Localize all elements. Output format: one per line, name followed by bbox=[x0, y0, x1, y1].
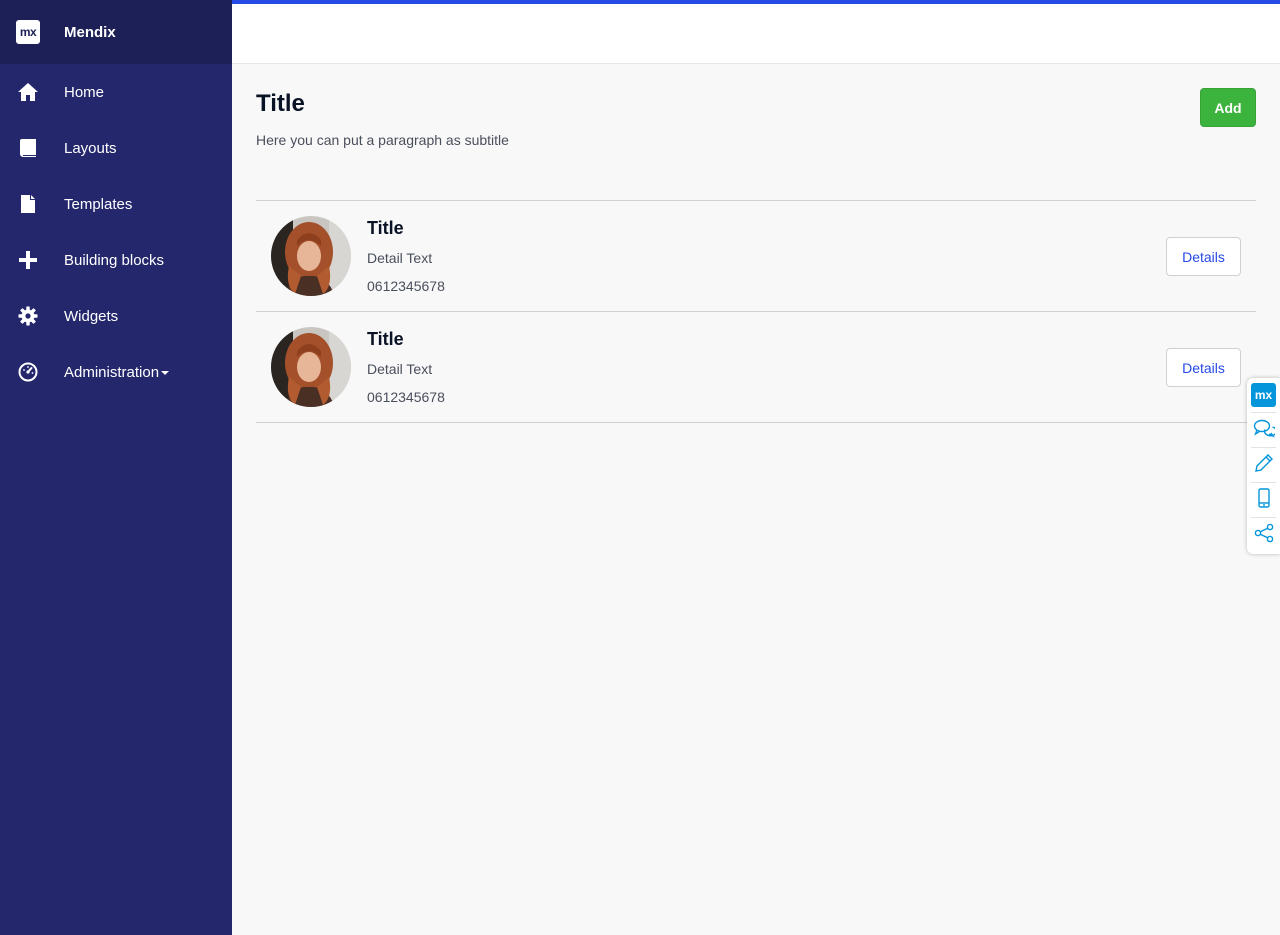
row-title: Title bbox=[367, 329, 404, 349]
sidebar-item-administration[interactable]: Administration bbox=[0, 344, 232, 400]
plus-icon bbox=[17, 249, 39, 271]
row-detail-text: Detail Text bbox=[367, 250, 433, 266]
page-title: Title bbox=[256, 90, 305, 117]
sidebar-item-label: Administration bbox=[64, 363, 170, 381]
home-icon bbox=[17, 81, 39, 103]
mendix-badge-icon: mx bbox=[1251, 383, 1276, 407]
sidebar-item-label: Widgets bbox=[64, 307, 119, 325]
file-icon bbox=[17, 193, 39, 215]
sidebar-item-label: Templates bbox=[64, 195, 133, 213]
page-subtitle: Here you can put a paragraph as subtitle bbox=[256, 132, 509, 148]
tool-feedback[interactable] bbox=[1251, 413, 1277, 448]
pencil-icon bbox=[1254, 453, 1274, 478]
dashboard-icon bbox=[17, 361, 39, 383]
tool-edit[interactable] bbox=[1251, 448, 1276, 483]
sidebar-item-label: Layouts bbox=[64, 139, 117, 157]
row-detail-text: Detail Text bbox=[367, 361, 433, 377]
list-item[interactable]: Title Detail Text 0612345678 Details bbox=[256, 201, 1256, 312]
caret-down-icon bbox=[161, 370, 170, 375]
list-item[interactable]: Title Detail Text 0612345678 Details bbox=[256, 312, 1256, 423]
sidebar-item-label: Home bbox=[64, 83, 105, 101]
gear-icon bbox=[17, 305, 39, 327]
sidebar-item-widgets[interactable]: Widgets bbox=[0, 288, 232, 344]
administration-label: Administration bbox=[64, 363, 160, 381]
avatar bbox=[271, 327, 351, 407]
add-button[interactable]: Add bbox=[1200, 88, 1256, 127]
sidebar-item-layouts[interactable]: Layouts bbox=[0, 120, 232, 176]
mendix-logo-icon: mx bbox=[16, 20, 40, 44]
sidebar: mx Mendix Home Layouts Templates Buildin… bbox=[0, 0, 232, 935]
sidebar-item-label: Building blocks bbox=[64, 251, 165, 269]
tool-share[interactable] bbox=[1251, 518, 1276, 553]
brand-name: Mendix bbox=[64, 23, 116, 41]
details-button[interactable]: Details bbox=[1166, 237, 1241, 276]
details-button[interactable]: Details bbox=[1166, 348, 1241, 387]
sidebar-item-home[interactable]: Home bbox=[0, 64, 232, 120]
sidebar-item-templates[interactable]: Templates bbox=[0, 176, 232, 232]
avatar bbox=[271, 216, 351, 296]
row-title: Title bbox=[367, 218, 404, 238]
tool-mendix[interactable]: mx bbox=[1251, 378, 1276, 413]
row-phone: 0612345678 bbox=[367, 389, 445, 405]
book-icon bbox=[17, 137, 39, 159]
chat-bubbles-icon bbox=[1253, 418, 1277, 443]
sidebar-item-building-blocks[interactable]: Building blocks bbox=[0, 232, 232, 288]
mobile-phone-icon bbox=[1257, 487, 1271, 513]
share-icon bbox=[1254, 523, 1274, 548]
brand[interactable]: mx Mendix bbox=[0, 0, 232, 64]
list-view: Title Detail Text 0612345678 Details Tit… bbox=[256, 200, 1256, 423]
mendix-tool-panel: mx bbox=[1247, 378, 1280, 554]
row-phone: 0612345678 bbox=[367, 278, 445, 294]
topbar bbox=[232, 0, 1280, 64]
tool-mobile-preview[interactable] bbox=[1251, 483, 1276, 518]
